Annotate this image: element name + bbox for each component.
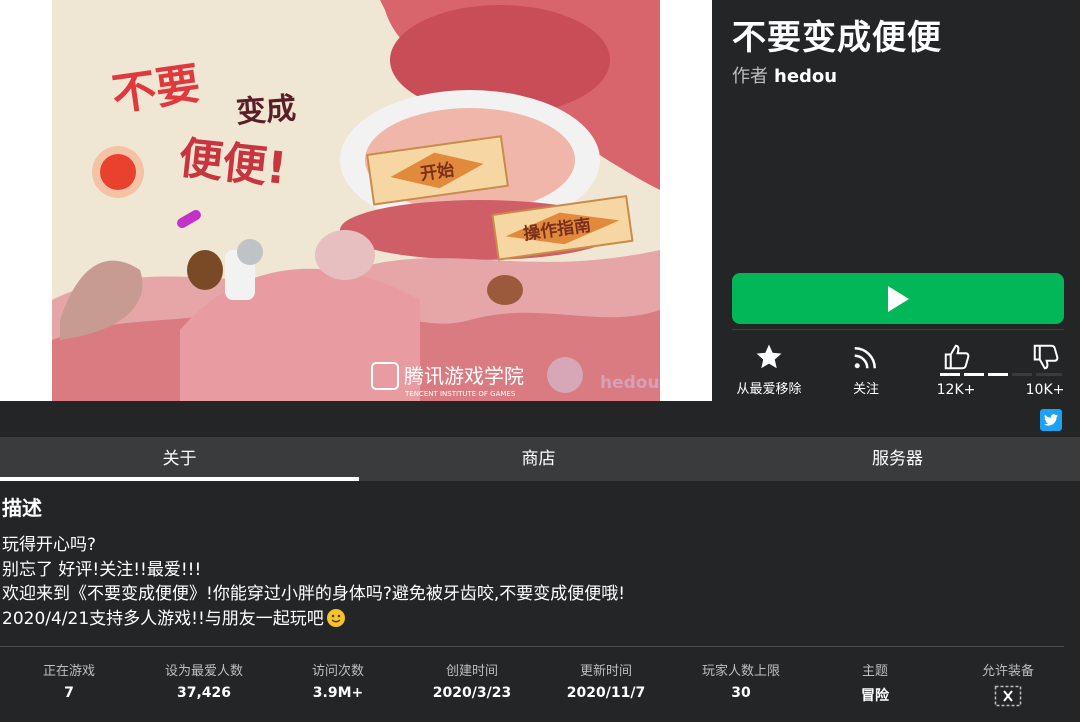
vote-bar-segment: [1036, 373, 1062, 376]
tab-servers[interactable]: 服务器: [718, 437, 1077, 481]
thumbs-down-icon: [1033, 344, 1059, 370]
vote-bar-segment: [940, 373, 960, 376]
stat-label: 正在游戏: [42, 664, 95, 679]
tab-bar: 关于 商店 服务器: [0, 437, 1080, 481]
stat-label: 设为最爱人数: [164, 664, 243, 679]
play-divider: [732, 329, 1064, 330]
thumbnail-brand: 腾讯游戏学院: [404, 364, 524, 388]
stat-value: 30: [731, 685, 751, 701]
tab-store[interactable]: 商店: [359, 437, 718, 481]
stat-label: 访问次数: [311, 664, 364, 679]
stat-max-players: 玩家人数上限 30: [681, 660, 801, 701]
stat-visits: 访问次数 3.9M+: [278, 660, 398, 701]
stat-value: 7: [64, 685, 74, 701]
creator-prefix: 作者: [732, 66, 768, 87]
favorite-button[interactable]: 从最爱移除: [732, 342, 806, 397]
thumbnail-artwork: 开始 操作指南 不要 变成 便便! 腾讯游戏学院 TENCENT INSTITU…: [0, 0, 712, 401]
star-icon: [756, 344, 782, 369]
smile-emoji-icon: [326, 608, 345, 627]
description-line: 别忘了 好评!关注!!最爱!!!: [2, 559, 202, 580]
creator-link[interactable]: hedou: [774, 66, 837, 87]
gear-not-allowed-icon: [994, 685, 1022, 707]
description-line-with-emoji: 2020/4/21支持多人游戏!!与朋友一起玩吧: [2, 607, 625, 632]
twitter-share-button[interactable]: [1040, 409, 1062, 431]
stat-updated: 更新时间 2020/11/7: [546, 660, 666, 701]
description-heading: 描述: [2, 496, 42, 520]
description-line: 玩得开心吗?: [2, 535, 97, 555]
stat-genre: 主题 冒险: [815, 660, 935, 705]
stat-label: 玩家人数上限: [701, 664, 780, 679]
stat-created: 创建时间 2020/3/23: [412, 660, 532, 701]
stat-favorites: 设为最爱人数 37,426: [144, 660, 264, 701]
stat-gear-allowed: 允许装备: [948, 660, 1068, 711]
thumbnail-brand-sub: TENCENT INSTITUTE OF GAMES: [404, 390, 516, 398]
game-title: 不要变成便便: [732, 18, 942, 58]
stat-value: 2020/3/23: [432, 685, 512, 701]
thumbs-up-icon: [944, 344, 970, 370]
play-icon: [888, 285, 909, 312]
upvote-count: 12K+: [936, 382, 976, 398]
stats-divider: [0, 646, 1064, 647]
downvote-count: 10K+: [1025, 382, 1065, 398]
stat-label: 允许装备: [981, 664, 1034, 679]
stat-playing: 正在游戏 7: [9, 660, 129, 701]
rss-follow-icon: [854, 347, 876, 369]
play-button[interactable]: [732, 273, 1064, 324]
thumbnail-author: hedou: [600, 373, 660, 393]
vote-bar-segment: [1012, 373, 1032, 376]
follow-button[interactable]: 关注: [836, 342, 896, 397]
stat-value: 3.9M+: [312, 685, 364, 701]
vote-bar-segment: [988, 373, 1008, 376]
follow-label: 关注: [852, 382, 879, 397]
creator-line: 作者 hedou: [732, 62, 837, 88]
vote-bar-segment: [964, 373, 984, 376]
stat-label: 创建时间: [445, 664, 498, 679]
description-body: 玩得开心吗? 别忘了 好评!关注!!最爱!!! 欢迎来到《不要变成便便》!你能穿…: [2, 533, 625, 631]
tab-about[interactable]: 关于: [0, 437, 359, 481]
description-line: 欢迎来到《不要变成便便》!你能穿过小胖的身体吗?避免被牙齿咬,不要变成便便哦!: [2, 584, 626, 604]
twitter-icon: [1044, 414, 1058, 426]
favorite-label: 从最爱移除: [736, 382, 802, 397]
stat-value: 37,426: [176, 685, 232, 701]
thumbnail-title-line2: 变成: [235, 91, 297, 130]
stat-label: 主题: [861, 664, 888, 679]
description-line: 2020/4/21支持多人游戏!!与朋友一起玩吧: [2, 608, 324, 629]
stat-value: [948, 685, 1068, 711]
stat-label: 更新时间: [579, 664, 632, 679]
game-thumbnail: 开始 操作指南 不要 变成 便便! 腾讯游戏学院 TENCENT INSTITU…: [0, 0, 712, 401]
stat-value: 2020/11/7: [566, 685, 646, 701]
stat-genre-link[interactable]: 冒险: [815, 685, 935, 705]
